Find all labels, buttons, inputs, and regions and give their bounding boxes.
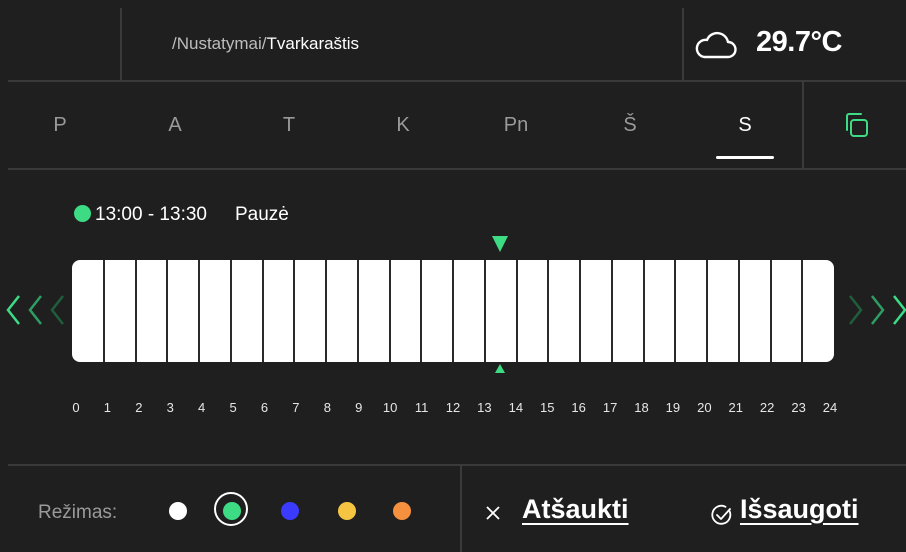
selected-slot-info: 13:00 - 13:30 Pauzė (74, 204, 289, 226)
timeline-bar[interactable] (72, 260, 834, 362)
hour-tick-label: 8 (323, 400, 331, 415)
timeline-slot-divider (135, 260, 137, 362)
timeline-slot-divider (484, 260, 486, 362)
slot-time-range: 13:00 - 13:30 (95, 204, 207, 225)
chevron-left-icon (28, 295, 42, 325)
hour-tick-label: 20 (697, 400, 712, 415)
cloud-icon (695, 31, 737, 59)
chevron-left-icon (50, 295, 64, 325)
breadcrumb-current: Tvarkaraštis (266, 34, 360, 53)
save-button[interactable]: Išsaugoti (740, 494, 859, 525)
hour-tick-label: 9 (355, 400, 363, 415)
hour-tick-label: 16 (571, 400, 586, 415)
hour-tick-label: 6 (260, 400, 269, 415)
hour-tick-label: 0 (72, 400, 80, 415)
tab-day-s[interactable]: S (715, 114, 775, 137)
timeline-slot-divider (452, 260, 454, 362)
hour-tick-label: 13 (477, 400, 492, 415)
timeline-slot-divider (230, 260, 232, 362)
timeline-slot-divider (262, 260, 264, 362)
cancel-button[interactable]: Atšaukti (522, 494, 629, 525)
tab-day-pn[interactable]: Pn (486, 114, 546, 137)
breadcrumb: /Nustatymai/Tvarkaraštis (172, 34, 359, 54)
hour-tick-label: 17 (602, 400, 618, 415)
timeline-slot-divider (770, 260, 772, 362)
hour-tick-label: 5 (229, 400, 237, 415)
hour-tick-label: 2 (135, 400, 143, 415)
tab-day-s-caron[interactable]: Š (600, 114, 660, 137)
mode-option-dot[interactable] (393, 502, 411, 520)
active-tab-indicator (716, 156, 774, 159)
footer: Režimas: Atšaukti Išsaugoti (8, 464, 906, 552)
mode-option-dot[interactable] (281, 502, 299, 520)
tab-day-k[interactable]: K (373, 114, 433, 137)
timeline-slot-divider (357, 260, 359, 362)
day-tabs: P A T K Pn Š S (8, 82, 906, 170)
time-marker-top (492, 236, 508, 252)
timeline-slot-divider (547, 260, 549, 362)
hour-axis: 0 1 2 3 4 5 6 7 8 9 10 11 12 13 14 15 16 17 18 19 20 21 22 23 24 (8, 400, 906, 420)
schedule-screen: /Nustatymai/Tvarkaraštis 29.7°C P A T K … (6, 8, 906, 552)
chevron-right-icon (849, 295, 863, 325)
copy-icon (846, 113, 868, 137)
timeline-slot-divider (293, 260, 295, 362)
mode-label: Režimas: (38, 502, 118, 523)
mode-option-dot[interactable] (338, 502, 356, 520)
hour-tick-label: 14 (508, 400, 524, 415)
slot-mode-label: Pauzė (234, 204, 289, 225)
hour-tick-label: 21 (728, 400, 743, 415)
hour-tick-label: 19 (665, 400, 681, 415)
timeline-slot-divider (643, 260, 645, 362)
chevron-left-icon (6, 295, 20, 325)
timeline-slot-divider (706, 260, 708, 362)
close-icon (486, 506, 500, 520)
check-circle-icon (711, 504, 732, 525)
timeline-slot-divider (420, 260, 422, 362)
hour-tick-label: 18 (634, 400, 649, 415)
hour-tick-label: 10 (382, 400, 398, 415)
hour-tick-label: 12 (445, 400, 461, 415)
tab-day-t[interactable]: T (259, 114, 319, 137)
timeline-slot-divider (166, 260, 168, 362)
scroll-left-chevrons[interactable] (6, 292, 70, 328)
timeline-slot-divider (738, 260, 740, 362)
header-left-cell (8, 8, 122, 80)
selected-mode-ring (214, 492, 248, 526)
hour-tick-label: 1 (103, 400, 112, 415)
timeline-slot-divider (516, 260, 518, 362)
timeline-slot-divider (801, 260, 803, 362)
hour-tick-label: 7 (292, 400, 300, 415)
timeline-slot-divider (198, 260, 200, 362)
chevron-right-icon (893, 295, 906, 325)
footer-divider (460, 466, 462, 552)
hour-tick-label: 22 (759, 400, 775, 415)
hour-tick-label: 15 (540, 400, 555, 415)
header: /Nustatymai/Tvarkaraštis 29.7°C (8, 8, 906, 82)
hour-tick-label: 3 (166, 400, 174, 415)
hour-tick-label: 24 (822, 400, 838, 415)
scroll-right-chevrons[interactable] (844, 292, 906, 328)
timeline-slot-divider (611, 260, 613, 362)
timeline-slot-divider (325, 260, 327, 362)
chevron-right-icon (871, 295, 885, 325)
tab-day-p[interactable]: P (30, 114, 90, 137)
timeline-slot-divider (389, 260, 391, 362)
breadcrumb-parent[interactable]: /Nustatymai/ (172, 34, 266, 53)
time-marker-bottom (495, 364, 505, 373)
tab-day-a[interactable]: A (145, 114, 205, 137)
weather-widget: 29.7°C (682, 8, 906, 80)
timeline-slot-divider (103, 260, 105, 362)
copy-button[interactable] (802, 82, 906, 168)
hour-tick-label: 11 (414, 400, 429, 415)
hour-tick-label: 23 (791, 400, 806, 415)
mode-option-dot[interactable] (169, 502, 187, 520)
temperature-value: 29.7°C (756, 26, 842, 58)
timeline-slot-divider (579, 260, 581, 362)
hour-tick-label: 4 (198, 400, 206, 415)
slot-mode-dot (74, 205, 91, 222)
timeline-slot-divider (674, 260, 676, 362)
